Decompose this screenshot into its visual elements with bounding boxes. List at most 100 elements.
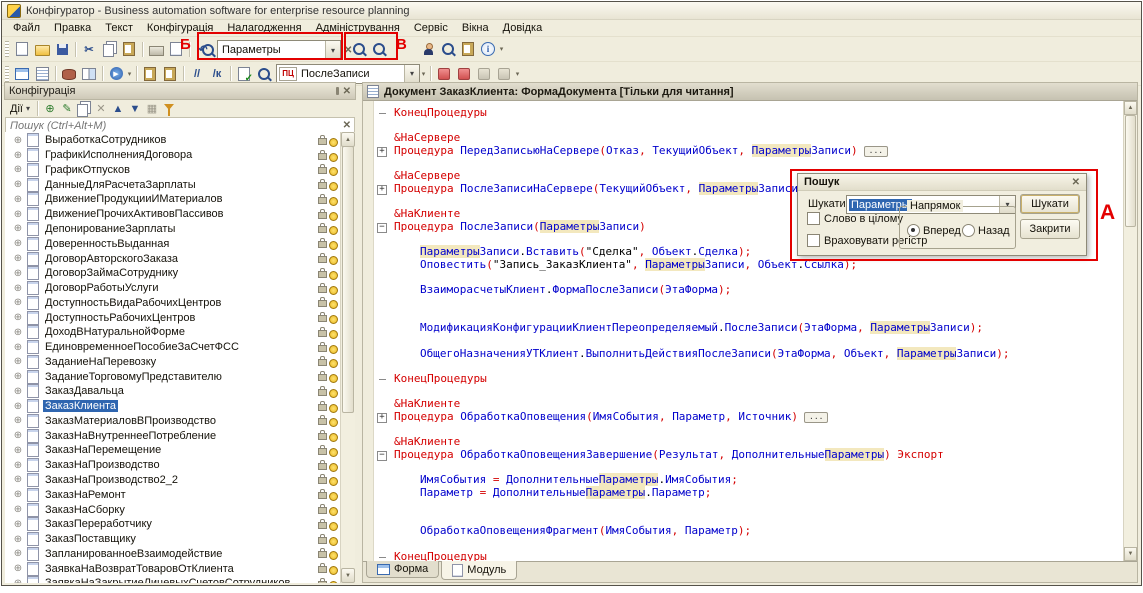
move-up-button[interactable]: ▲: [111, 100, 125, 118]
whole-word-checkbox[interactable]: Слово в цілому: [807, 212, 903, 225]
open-button[interactable]: [33, 40, 51, 58]
expand-icon[interactable]: ⊕: [13, 401, 23, 412]
expand-icon[interactable]: ⊕: [13, 460, 23, 471]
expand-icon[interactable]: ⊕: [13, 548, 23, 559]
tree-item[interactable]: ⊕ГрафикИсполненияДоговора: [5, 148, 341, 163]
menu-item-Конфігурація[interactable]: Конфігурація: [140, 21, 220, 35]
add-item-button[interactable]: ⊕: [43, 100, 57, 118]
expand-icon[interactable]: ⊕: [13, 445, 23, 456]
toolbar-grip[interactable]: [5, 66, 9, 82]
tree-item-label[interactable]: ДоступностьВидаРабочихЦентров: [43, 297, 223, 309]
expand-icon[interactable]: ⊕: [13, 268, 23, 279]
tree-item[interactable]: ⊕ ЗаказНаПроизводство2_2: [5, 473, 341, 488]
check-module-button[interactable]: [235, 65, 253, 83]
tree-search-clear-button[interactable]: ✕: [340, 120, 354, 131]
actions-menu-button[interactable]: Дії▾: [7, 103, 33, 115]
save-button[interactable]: [53, 40, 71, 58]
scrollbar-thumb[interactable]: [342, 146, 354, 413]
copy-item-button[interactable]: [77, 100, 91, 118]
open-module-button[interactable]: [33, 65, 51, 83]
cut-button[interactable]: ✂: [80, 40, 98, 58]
tree-item-label[interactable]: ДоверенностьВыданная: [43, 238, 171, 250]
tree-item-label[interactable]: ДоступностьРабочихЦентров: [43, 312, 197, 324]
search-dialog-title-bar[interactable]: Пошук ✕: [798, 174, 1086, 191]
code-line[interactable]: Параметр = ДополнительныеПараметры.Парам…: [363, 487, 1124, 500]
tree-item[interactable]: ⊕ДоходВНатуральнойФорме: [5, 325, 341, 340]
fold-collapse-icon[interactable]: −: [377, 451, 387, 461]
tree-item-label[interactable]: ДанныеДляРасчетаЗарплаты: [43, 179, 198, 191]
editor-scrollbar[interactable]: ▲ ▼: [1123, 101, 1137, 561]
pin-icon[interactable]: [336, 87, 339, 95]
tree-item[interactable]: ⊕ЗаказНаПеремещение: [5, 443, 341, 458]
find-button[interactable]: Шукати: [1020, 194, 1080, 214]
bookmark-options-button[interactable]: ▾: [514, 70, 521, 78]
tree-item-label[interactable]: ДепонированиеЗарплаты: [43, 223, 177, 235]
add-comment-button[interactable]: //: [188, 65, 206, 83]
tree-item[interactable]: ⊕ЗаказПоставщику: [5, 532, 341, 547]
tree-item[interactable]: ⊕ГрафикОтпусков: [5, 163, 341, 178]
tree-item-label[interactable]: ДоходВНатуральнойФорме: [43, 326, 187, 338]
tree-item-label[interactable]: ЗаявкаНаЗакрытиеЛицевыхСчетовСотрудников: [43, 577, 292, 583]
procedure-combobox-value[interactable]: ПослеЗаписи: [297, 68, 374, 80]
clear-bookmarks-button[interactable]: [495, 65, 513, 83]
tree-item[interactable]: ⊕ ДоступностьРабочихЦентров: [5, 310, 341, 325]
expand-icon[interactable]: ⊕: [13, 150, 23, 161]
tree-item[interactable]: ⊕ЗаявкаНаВозвратТоваровОтКлиента: [5, 561, 341, 576]
code-line[interactable]: МодификацияКонфигурацииКлиентПереопредел…: [363, 322, 1124, 335]
expand-icon[interactable]: ⊕: [13, 312, 23, 323]
window-split-button[interactable]: [80, 65, 98, 83]
toggle-bookmark-button[interactable]: [435, 65, 453, 83]
tree-item-label[interactable]: ЗаказКлиента: [43, 400, 118, 412]
search-dialog-close-icon-button[interactable]: ✕: [1072, 177, 1080, 188]
menu-item-Файл[interactable]: Файл: [6, 21, 47, 35]
expand-icon[interactable]: ⊕: [13, 283, 23, 294]
quick-search-combobox[interactable]: Параметры ▾: [217, 40, 341, 60]
tree-item-label[interactable]: ЗаказНаПроизводство2_2: [43, 474, 180, 486]
tree-item-label[interactable]: ДвижениеПродукцииИМатериалов: [43, 193, 224, 205]
tree-item[interactable]: ⊕ ДвижениеПродукцииИМатериалов: [5, 192, 341, 207]
code-line[interactable]: КонецПроцедуры: [363, 373, 1124, 386]
code-line[interactable]: ОбработкаОповещенияФрагмент(ИмяСобытия, …: [363, 525, 1124, 538]
code-line[interactable]: КонецПроцедуры: [363, 551, 1124, 561]
expand-icon[interactable]: ⊕: [13, 504, 23, 515]
code-line[interactable]: [363, 297, 1124, 310]
code-editor[interactable]: КонецПроцедуры&НаСервере+Процедура Перед…: [363, 101, 1124, 561]
tree-item[interactable]: ⊕ЗаказПереработчику: [5, 517, 341, 532]
direction-backward-radio[interactable]: Назад: [962, 224, 1010, 237]
toolbar-grip[interactable]: [5, 41, 9, 57]
expand-icon[interactable]: ⊕: [13, 534, 23, 545]
scrollbar-thumb[interactable]: [1125, 115, 1136, 227]
menu-item-Вікна[interactable]: Вікна: [455, 21, 496, 35]
edit-item-button[interactable]: ✎: [60, 100, 74, 118]
direction-forward-radio[interactable]: Вперед: [907, 224, 961, 237]
expand-icon[interactable]: ⊕: [13, 223, 23, 234]
tree-item[interactable]: ⊕ЗаказНаРемонт: [5, 487, 341, 502]
tree-item-label[interactable]: ДвижениеПрочихАктивовПассивов: [43, 208, 226, 220]
fold-expand-icon[interactable]: +: [377, 185, 387, 195]
tree-item-label[interactable]: ЗаказНаПроизводство: [43, 459, 162, 471]
delete-item-button[interactable]: ✕: [94, 100, 108, 118]
tree-item-label[interactable]: ЗаказДавальца: [43, 385, 126, 397]
fold-collapse-icon[interactable]: −: [377, 223, 387, 233]
tree-item[interactable]: ⊕ДоговорРаботыУслуги: [5, 281, 341, 296]
tree-item-label[interactable]: ЗаказНаВнутреннееПотребление: [43, 430, 218, 442]
tree-item-label[interactable]: ДоговорЗаймаСотруднику: [43, 267, 180, 279]
tree-item-label[interactable]: ЗаявкаНаВозвратТоваровОтКлиента: [43, 563, 236, 575]
menu-item-Адміністрування[interactable]: Адміністрування: [309, 21, 407, 35]
tree-item[interactable]: ⊕ЗаданиеТорговомуПредставителю: [5, 369, 341, 384]
code-line[interactable]: [363, 120, 1124, 133]
tree-item[interactable]: ⊕ ДоговорЗаймаСотруднику: [5, 266, 341, 281]
find-next-button[interactable]: [350, 40, 368, 58]
expand-icon[interactable]: ⊕: [13, 194, 23, 205]
unformat-block-button[interactable]: [161, 65, 179, 83]
tab-form[interactable]: Форма: [366, 561, 439, 578]
menu-item-Довідка[interactable]: Довідка: [496, 21, 550, 35]
expand-icon[interactable]: ⊕: [13, 474, 23, 485]
code-line[interactable]: +Процедура ПередЗаписьюНаСервере(Отказ, …: [363, 145, 1124, 158]
format-block-button[interactable]: [141, 65, 159, 83]
expand-icon[interactable]: ⊕: [13, 342, 23, 353]
tree-item-label[interactable]: ВыработкаСотрудников: [43, 134, 168, 146]
quick-search-dropdown-button[interactable]: ▾: [325, 41, 340, 59]
expand-icon[interactable]: ⊕: [13, 415, 23, 426]
tree-item[interactable]: ⊕ЗаказДавальца: [5, 384, 341, 399]
